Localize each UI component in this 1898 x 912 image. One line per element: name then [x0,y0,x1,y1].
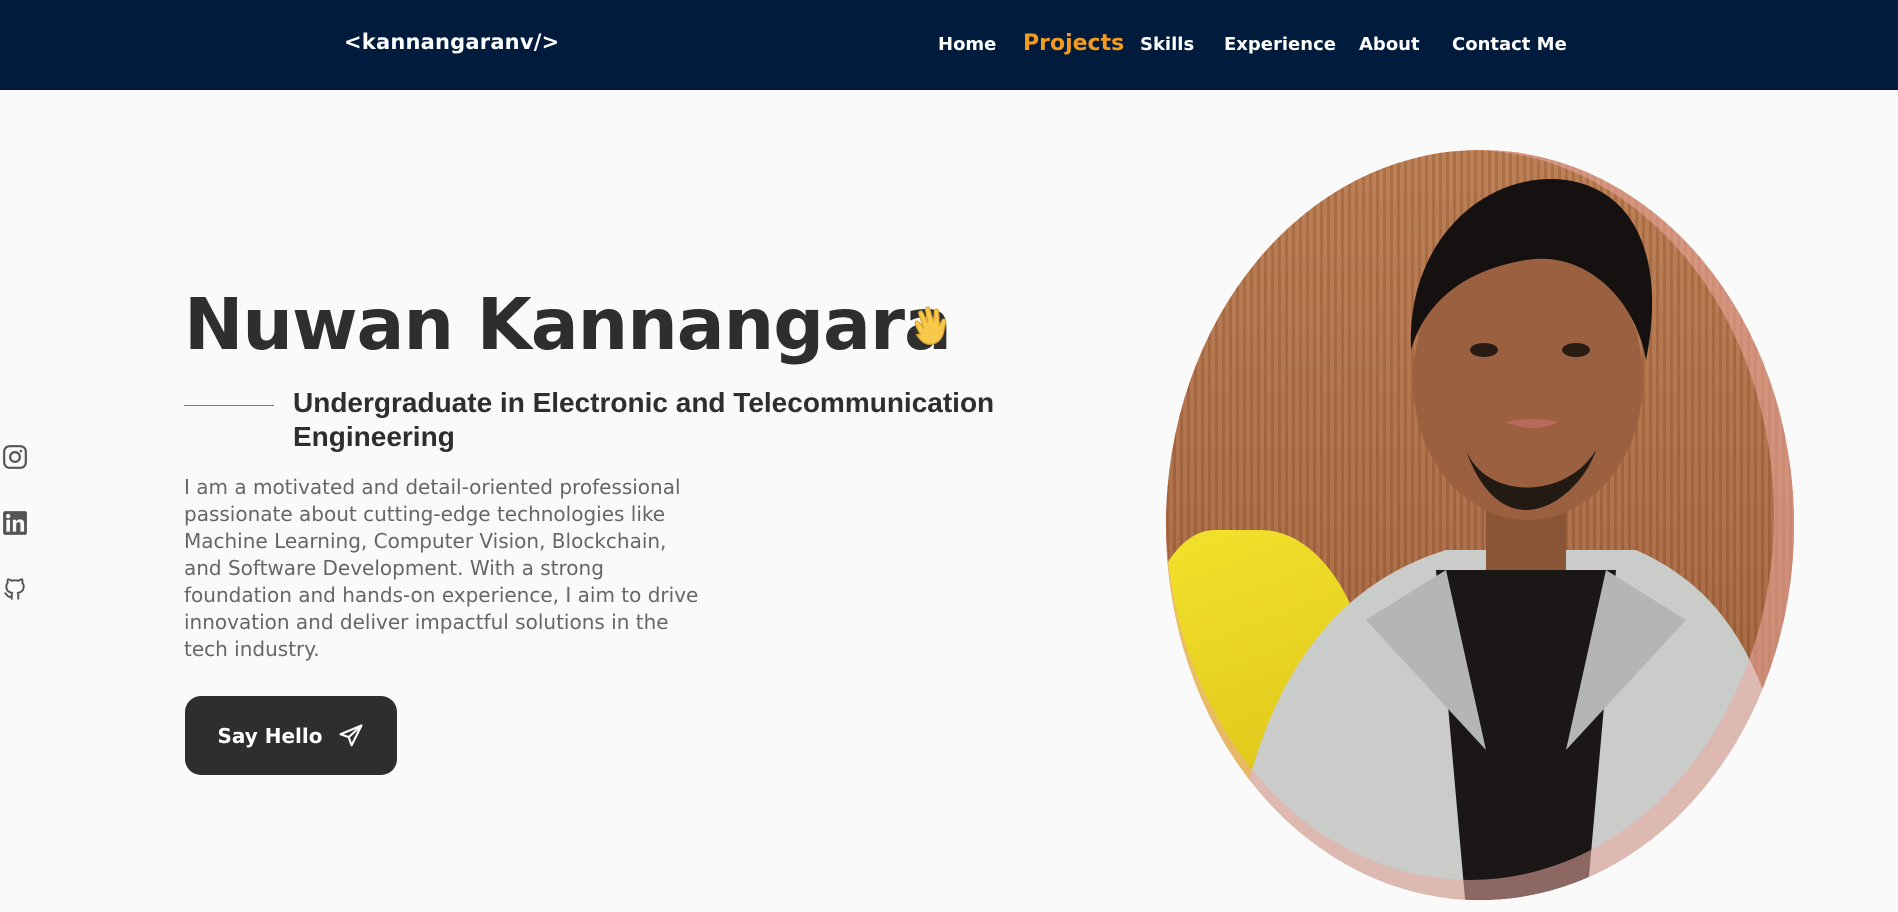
navbar: <kannangaranv/> Home Projects Skills Exp… [0,0,1898,90]
say-hello-label: Say Hello [217,723,323,748]
hero-name: Nuwan Kannangara [184,283,952,366]
instagram-icon[interactable] [2,444,28,470]
say-hello-button[interactable]: Say Hello [185,696,397,775]
site-logo[interactable]: <kannangaranv/> [344,30,559,54]
waving-hand-icon [914,306,947,345]
hero-description: I am a motivated and detail-oriented pro… [184,475,699,661]
portrait-photo [1166,150,1794,900]
hero-subtitle: Undergraduate in Electronic and Telecomm… [293,387,995,452]
send-icon [338,723,363,746]
photo-rim [1166,150,1794,900]
nav-link-projects[interactable]: Projects [1023,31,1124,56]
nav-link-experience[interactable]: Experience [1224,34,1336,55]
linkedin-icon[interactable] [2,510,28,536]
nav-link-home[interactable]: Home [938,34,996,55]
github-icon[interactable] [2,576,28,602]
nav-link-skills[interactable]: Skills [1140,34,1194,55]
subtitle-divider [184,405,274,406]
nav-link-about[interactable]: About [1359,34,1420,55]
nav-link-contact[interactable]: Contact Me [1452,34,1567,55]
